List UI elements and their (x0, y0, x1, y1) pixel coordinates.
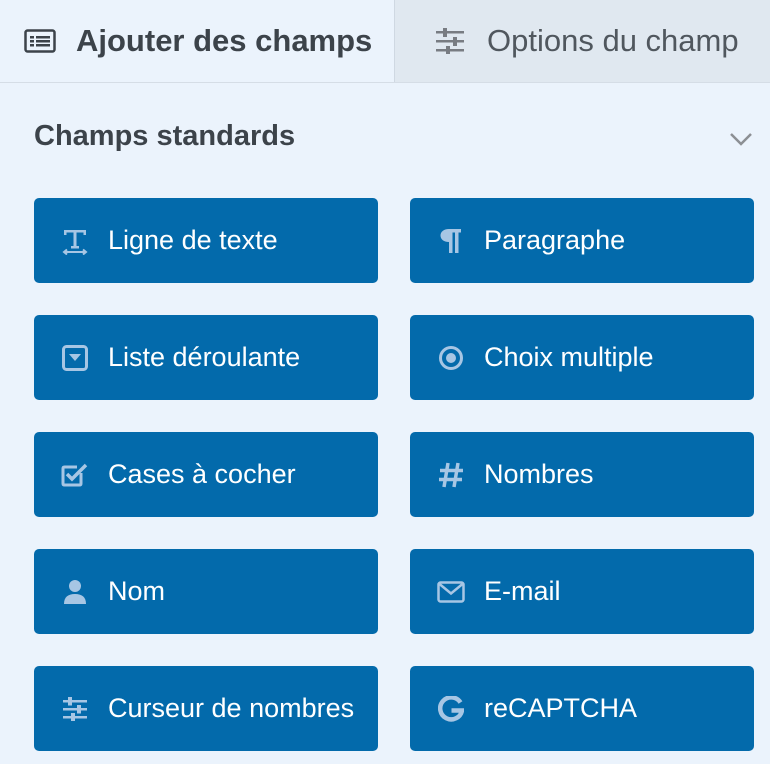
field-button-name[interactable]: Nom (34, 549, 378, 634)
field-button-dropdown[interactable]: Liste déroulante (34, 315, 378, 400)
checkbox-icon (60, 460, 90, 490)
field-button-recaptcha[interactable]: reCAPTCHA (410, 666, 754, 751)
field-button-label: Nom (108, 576, 166, 606)
field-button-label: reCAPTCHA (484, 693, 638, 723)
field-button-label: Choix multiple (484, 342, 654, 372)
field-button-multiple-choice[interactable]: Choix multiple (410, 315, 754, 400)
google-icon (436, 694, 466, 724)
field-button-paragraph[interactable]: Paragraphe (410, 198, 754, 283)
field-button-checkboxes[interactable]: Cases à cocher (34, 432, 378, 517)
field-button-text-line[interactable]: Ligne de texte (34, 198, 378, 283)
field-button-numbers[interactable]: Nombres (410, 432, 754, 517)
field-button-label: Curseur de nombres (108, 693, 355, 723)
section-title: Champs standards (34, 120, 296, 152)
tab-add-fields[interactable]: Ajouter des champs (0, 0, 395, 82)
envelope-icon (436, 577, 466, 607)
list-icon (24, 29, 58, 53)
sliders-icon (435, 28, 475, 54)
chevron-down-icon[interactable] (728, 130, 754, 148)
tab-field-options[interactable]: Options du champ (395, 0, 770, 82)
paragraph-icon (436, 226, 466, 256)
radio-icon (436, 343, 466, 373)
panel-tabs: Ajouter des champs Options du champ (0, 0, 770, 83)
field-button-label: Ligne de texte (108, 225, 278, 255)
dropdown-icon (60, 343, 90, 373)
field-button-label: Nombres (484, 459, 594, 489)
field-button-number-slider[interactable]: Curseur de nombres (34, 666, 378, 751)
sliders-icon (60, 694, 90, 724)
field-button-label: Liste déroulante (108, 342, 301, 372)
hash-icon (436, 460, 466, 490)
tab-add-fields-label: Ajouter des champs (76, 23, 373, 58)
text-icon (60, 226, 90, 256)
user-icon (60, 577, 90, 607)
field-button-label: Cases à cocher (108, 459, 296, 489)
field-button-email[interactable]: E-mail (410, 549, 754, 634)
field-button-label: E-mail (484, 576, 561, 606)
field-button-label: Paragraphe (484, 225, 626, 255)
tab-field-options-label: Options du champ (487, 23, 739, 58)
